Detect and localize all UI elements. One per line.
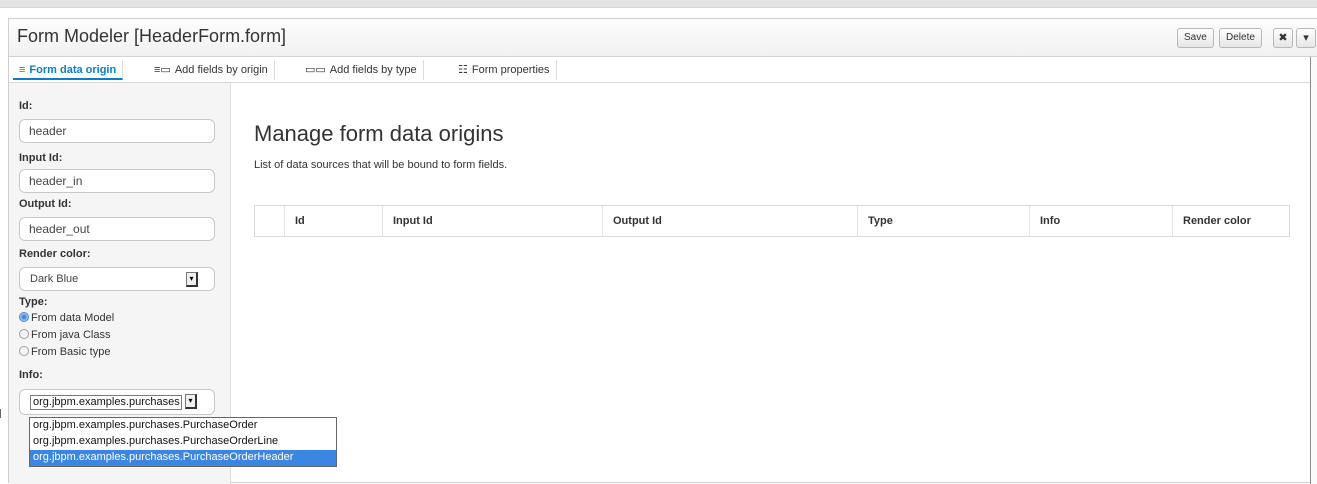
left-edge-mark	[0, 409, 1, 418]
output-id-input[interactable]: header_out	[19, 217, 215, 241]
fields-origin-icon: ≡▭	[154, 64, 171, 76]
info-select-value[interactable]: org.jbpm.examples.purchases	[30, 395, 182, 410]
dropdown-option-selected[interactable]: org.jbpm.examples.purchases.PurchaseOrde…	[30, 450, 336, 466]
column-header-type[interactable]: Type	[857, 205, 1030, 237]
tab-add-fields-by-type[interactable]: ▭▭ Add fields by type	[299, 60, 424, 80]
form-properties-icon: ☷	[458, 64, 468, 76]
save-button[interactable]: Save	[1177, 28, 1214, 48]
main-content: Manage form data origins List of data so…	[231, 83, 1311, 484]
form-modeler-panel: Form Modeler [HeaderForm.form] Save Dele…	[8, 18, 1317, 484]
column-header-info[interactable]: Info	[1029, 205, 1173, 237]
vertical-scrollbar[interactable]	[1310, 57, 1317, 484]
radio-label: From java Class	[31, 329, 111, 341]
output-id-label: Output Id:	[19, 198, 72, 210]
column-header-render-color[interactable]: Render color	[1172, 205, 1290, 237]
tab-label: Add fields by origin	[174, 64, 268, 76]
input-id-label: Input Id:	[19, 152, 63, 164]
fields-type-icon: ▭▭	[305, 64, 326, 76]
tab-form-data-origin[interactable]: ≡ Form data origin	[13, 60, 124, 80]
radio-from-data-model[interactable]: From data Model	[19, 312, 114, 324]
column-header-output-id[interactable]: Output Id	[602, 205, 858, 237]
data-origins-table: Id Input Id Output Id Type Info Render c…	[254, 205, 1290, 237]
chevron-down-icon[interactable]: ▾	[186, 272, 198, 287]
tab-label: Form data origin	[29, 64, 117, 76]
menu-chevron-down-icon[interactable]: ▾	[1296, 28, 1316, 48]
panel-header: Form Modeler [HeaderForm.form] Save Dele…	[9, 19, 1317, 57]
render-color-label: Render color:	[19, 248, 91, 260]
info-dropdown-list: org.jbpm.examples.purchases.PurchaseOrde…	[29, 417, 337, 467]
close-icon[interactable]: ✖	[1273, 28, 1293, 48]
column-header-select	[254, 205, 285, 237]
radio-button-icon[interactable]	[19, 312, 29, 322]
radio-from-basic-type[interactable]: From Basic type	[19, 346, 110, 358]
database-icon: ≡	[19, 64, 26, 76]
tab-form-properties[interactable]: ☷ Form properties	[452, 60, 557, 80]
delete-button[interactable]: Delete	[1219, 28, 1262, 48]
radio-from-java-class[interactable]: From java Class	[19, 329, 110, 341]
info-label: Info:	[19, 369, 43, 381]
radio-label: From data Model	[31, 312, 115, 324]
dropdown-option[interactable]: org.jbpm.examples.purchases.PurchaseOrde…	[30, 418, 336, 434]
column-header-input-id[interactable]: Input Id	[382, 205, 603, 237]
info-select[interactable]: org.jbpm.examples.purchases ▾	[19, 389, 215, 415]
tab-add-fields-by-origin[interactable]: ≡▭ Add fields by origin	[148, 60, 275, 80]
dropdown-option[interactable]: org.jbpm.examples.purchases.PurchaseOrde…	[30, 434, 336, 450]
panel-title: Form Modeler [HeaderForm.form]	[17, 26, 287, 46]
id-label: Id:	[19, 100, 33, 112]
radio-button-icon[interactable]	[19, 329, 29, 339]
table-header-row: Id Input Id Output Id Type Info Render c…	[254, 205, 1290, 237]
render-color-value: Dark Blue	[30, 273, 79, 285]
page-title: Manage form data origins	[254, 121, 504, 146]
tabs-bar: ≡ Form data origin ≡▭ Add fields by origin…	[9, 57, 1317, 83]
column-header-id[interactable]: Id	[284, 205, 383, 237]
radio-label: From Basic type	[31, 346, 111, 358]
input-id-input[interactable]: header_in	[19, 169, 215, 193]
render-color-select[interactable]: Dark Blue ▾	[19, 267, 215, 291]
chevron-down-icon[interactable]: ▾	[185, 394, 197, 409]
type-label: Type:	[19, 296, 48, 308]
radio-button-icon[interactable]	[19, 346, 29, 356]
top-strip	[0, 0, 1317, 8]
page-subtitle: List of data sources that will be bound …	[254, 159, 508, 171]
tab-label: Form properties	[471, 64, 550, 76]
tab-label: Add fields by type	[329, 64, 417, 76]
id-input[interactable]: header	[19, 119, 215, 143]
